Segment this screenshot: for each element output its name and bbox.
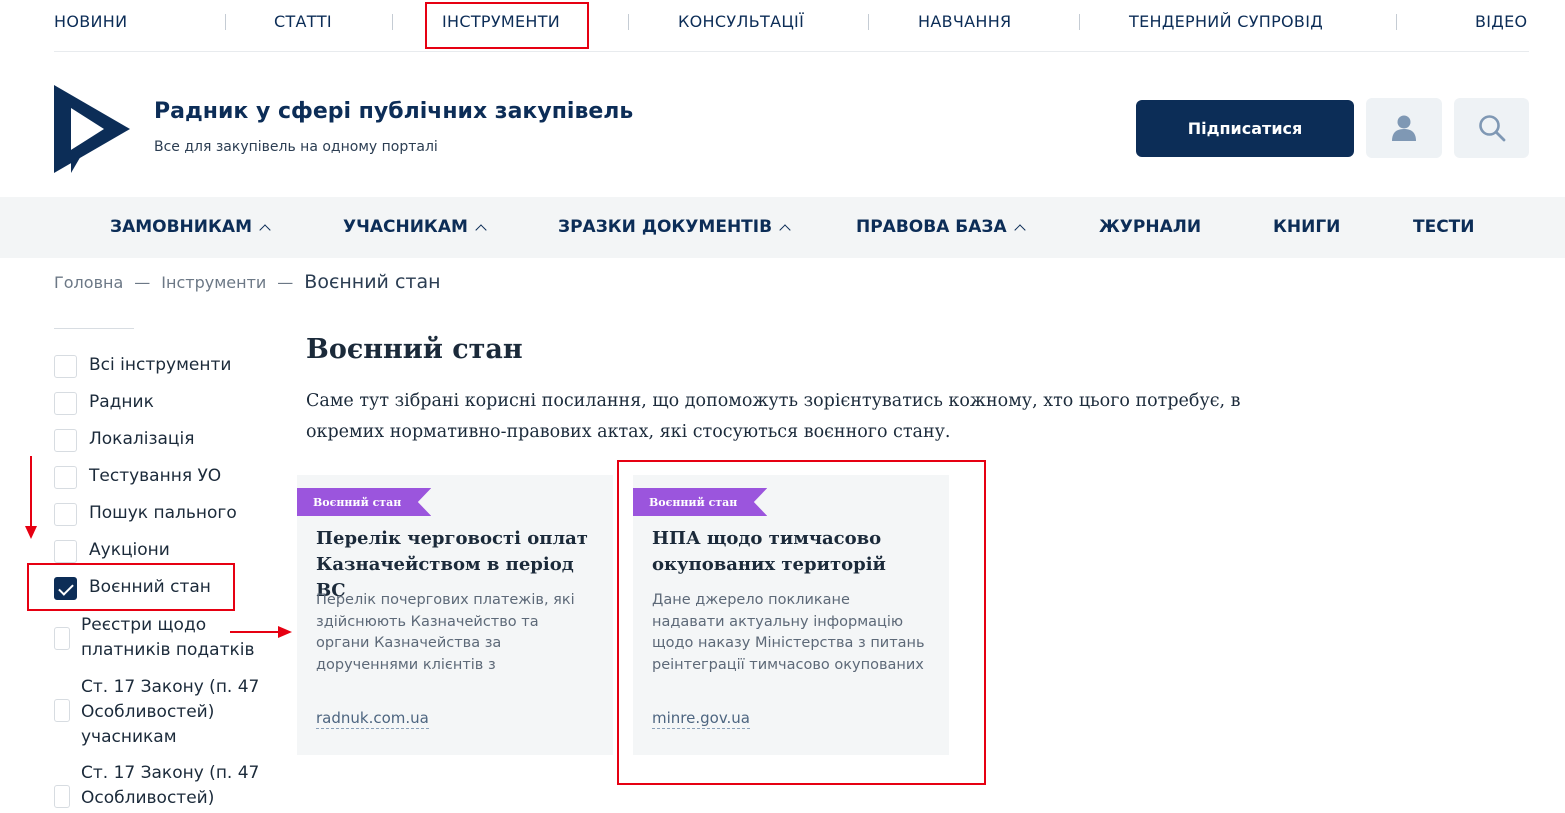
topnav-divider xyxy=(868,14,869,30)
search-icon xyxy=(1478,115,1505,142)
account-button[interactable] xyxy=(1366,98,1442,158)
filter-label: Ст. 17 Закону (п. 47 Особливостей) xyxy=(81,761,259,811)
highlight-box xyxy=(617,460,986,785)
filter-label-line: Особливостей) xyxy=(81,702,215,722)
menu-item-tests[interactable]: ТЕСТИ xyxy=(1413,217,1475,237)
filter-checkbox[interactable] xyxy=(54,503,77,526)
topnav-item-articles[interactable]: СТАТТІ xyxy=(274,12,332,31)
filter-tax-registers[interactable]: Реєстри щодо платників податків xyxy=(54,613,254,663)
arrow-down-icon xyxy=(25,456,37,539)
search-button[interactable] xyxy=(1454,98,1529,158)
topnav-item-education[interactable]: НАВЧАННЯ xyxy=(918,12,1011,31)
filter-checkbox[interactable] xyxy=(54,785,70,808)
filter-label-line: Реєстри щодо xyxy=(81,615,207,635)
menu-item-participants[interactable]: УЧАСНИКАМ xyxy=(343,217,487,237)
filter-checkbox[interactable] xyxy=(54,627,70,650)
topnav-item-video[interactable]: ВІДЕО xyxy=(1475,12,1527,31)
filter-label-line: учасникам xyxy=(81,727,177,747)
filter-label: Реєстри щодо платників податків xyxy=(81,613,254,663)
filter-label: Пошук пального xyxy=(89,503,237,523)
topnav-divider xyxy=(1396,14,1397,30)
breadcrumb-separator: — xyxy=(277,273,294,292)
category-tag[interactable]: Воєнний стан xyxy=(297,488,432,516)
card-source-link[interactable]: radnuk.com.ua xyxy=(316,709,429,729)
filter-label-line: Ст. 17 Закону (п. 47 xyxy=(81,677,260,697)
menu-item-label: ТЕСТИ xyxy=(1413,217,1475,237)
chevron-up-icon xyxy=(779,223,791,236)
tool-card[interactable]: Воєнний стан Перелік черговості оплат Ка… xyxy=(297,475,613,755)
site-title[interactable]: Радник у сфері публічних закупівель xyxy=(154,99,633,124)
filter-label: Тестування УО xyxy=(89,466,222,486)
topnav-item-tender-support[interactable]: ТЕНДЕРНИЙ СУПРОВІД xyxy=(1129,12,1323,31)
highlight-box xyxy=(27,563,235,611)
filter-localization[interactable]: Локалізація xyxy=(54,429,194,452)
user-icon xyxy=(1392,115,1416,141)
filter-art17[interactable]: Ст. 17 Закону (п. 47 Особливостей) xyxy=(54,761,259,811)
chevron-up-icon xyxy=(475,223,487,236)
page-title: Воєнний стан xyxy=(306,334,523,365)
filter-fuel-search[interactable]: Пошук пального xyxy=(54,503,237,526)
filter-art17-participants[interactable]: Ст. 17 Закону (п. 47 Особливостей) учасник… xyxy=(54,675,259,750)
menu-item-books[interactable]: КНИГИ xyxy=(1273,217,1340,237)
breadcrumb-home[interactable]: Головна xyxy=(54,273,123,292)
filter-auctions[interactable]: Аукціони xyxy=(54,540,170,563)
filter-checkbox[interactable] xyxy=(54,466,77,489)
breadcrumb-tools[interactable]: Інструменти xyxy=(161,273,266,292)
filter-checkbox[interactable] xyxy=(54,355,77,378)
menu-item-label: ЖУРНАЛИ xyxy=(1099,217,1202,237)
site-subtitle: Все для закупівель на одному порталі xyxy=(154,139,438,155)
highlight-box xyxy=(425,2,589,49)
filter-testing[interactable]: Тестування УО xyxy=(54,466,221,489)
filter-checkbox[interactable] xyxy=(54,429,77,452)
filter-checkbox[interactable] xyxy=(54,392,77,415)
menu-item-document-samples[interactable]: ЗРАЗКИ ДОКУМЕНТІВ xyxy=(558,217,791,237)
menu-item-label: УЧАСНИКАМ xyxy=(343,217,468,237)
topnav-divider xyxy=(392,14,393,30)
filter-label: Локалізація xyxy=(89,429,195,449)
menu-item-customers[interactable]: ЗАМОВНИКАМ xyxy=(110,217,271,237)
page-intro: Саме тут зібрані корисні посилання, що д… xyxy=(306,391,1241,442)
main-menu: ЗАМОВНИКАМ УЧАСНИКАМ ЗРАЗКИ ДОКУМЕНТІВ П… xyxy=(0,197,1565,258)
subscribe-button[interactable]: Підписатися xyxy=(1136,100,1354,157)
menu-item-label: ЗАМОВНИКАМ xyxy=(110,217,252,237)
filter-label-line: Ст. 17 Закону (п. 47 xyxy=(81,763,260,783)
breadcrumb-separator: — xyxy=(134,273,151,292)
menu-item-journals[interactable]: ЖУРНАЛИ xyxy=(1099,217,1201,237)
menu-item-label: КНИГИ xyxy=(1273,217,1341,237)
topnav-divider xyxy=(225,14,226,30)
topnav-item-news[interactable]: НОВИНИ xyxy=(54,12,127,31)
menu-item-label: ПРАВОВА БАЗА xyxy=(856,217,1007,237)
top-nav: НОВИНИ СТАТТІ ІНСТРУМЕНТИ КОНСУЛЬТАЦІЇ Н… xyxy=(54,0,1529,52)
topnav-item-consultations[interactable]: КОНСУЛЬТАЦІЇ xyxy=(678,12,804,31)
filter-checkbox[interactable] xyxy=(54,699,70,722)
chevron-up-icon xyxy=(1013,223,1026,236)
sidebar-divider xyxy=(54,328,134,329)
filter-label: Радник xyxy=(89,392,154,412)
card-description: Перелік почергових платежів, які здійсню… xyxy=(316,592,575,673)
filter-radnyk[interactable]: Радник xyxy=(54,392,154,415)
site-logo[interactable] xyxy=(54,85,130,173)
filter-label: Аукціони xyxy=(89,540,170,560)
topnav-divider xyxy=(628,14,629,30)
topnav-divider xyxy=(1079,14,1080,30)
filter-label-line: Особливостей) xyxy=(81,788,215,808)
menu-item-legal-base[interactable]: ПРАВОВА БАЗА xyxy=(856,217,1026,237)
arrow-right-icon xyxy=(230,626,292,638)
filter-label: Всі інструменти xyxy=(89,355,232,375)
breadcrumb-current: Воєнний стан xyxy=(304,271,441,293)
chevron-up-icon xyxy=(259,223,271,236)
breadcrumb: Головна — Інструменти — Воєнний стан xyxy=(54,271,441,293)
filter-label-line: платників податків xyxy=(81,640,255,660)
menu-item-label: ЗРАЗКИ ДОКУМЕНТІВ xyxy=(558,217,773,237)
filter-checkbox[interactable] xyxy=(54,540,77,563)
filter-label: Ст. 17 Закону (п. 47 Особливостей) учасник… xyxy=(81,675,259,750)
filter-all-tools[interactable]: Всі інструменти xyxy=(54,355,231,378)
